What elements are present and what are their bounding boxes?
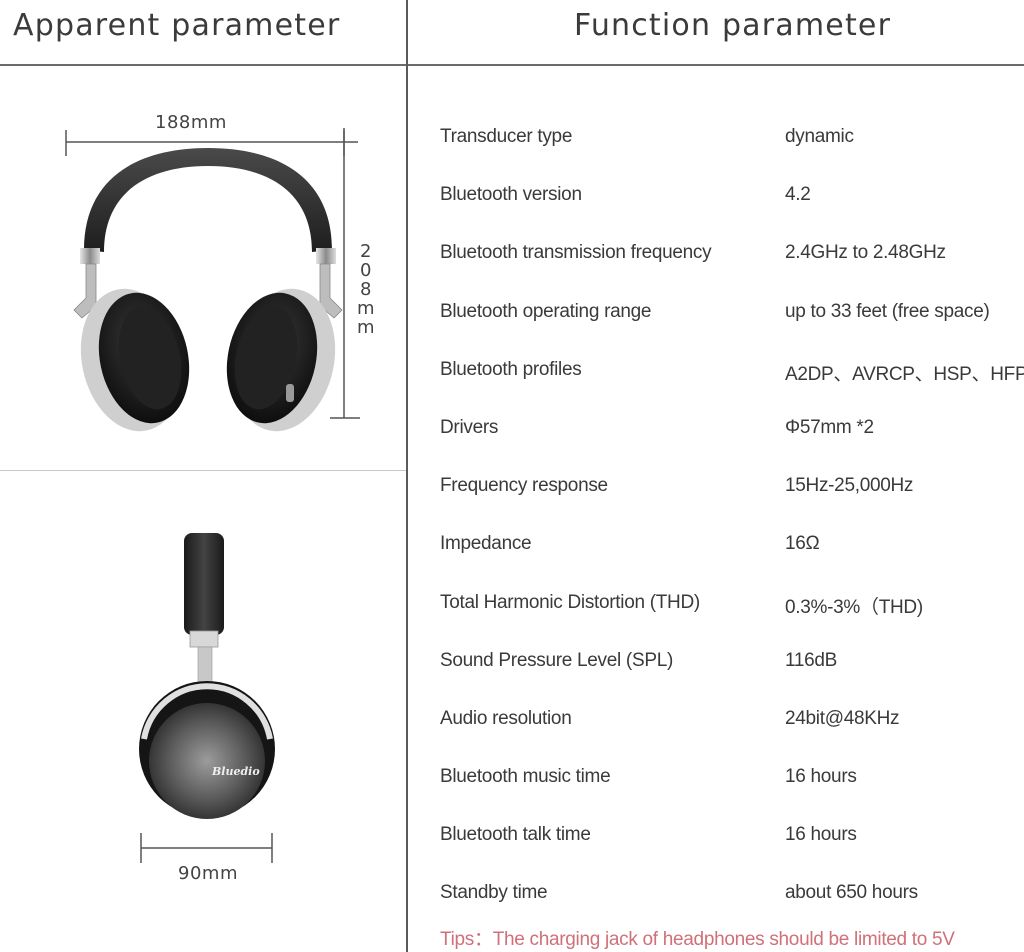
spec-row-spl: Sound Pressure Level (SPL) 116dB bbox=[440, 638, 1024, 696]
headband bbox=[84, 148, 332, 252]
spec-value: Φ57mm *2 bbox=[785, 416, 874, 438]
spec-label: Bluetooth transmission frequency bbox=[440, 242, 712, 264]
side-ear-cup: Bluedio bbox=[139, 681, 275, 819]
spec-value: 2.4GHz to 2.48GHz bbox=[785, 242, 946, 264]
spec-label: Sound Pressure Level (SPL) bbox=[440, 649, 673, 671]
spec-row-transducer-type: Transducer type dynamic bbox=[440, 114, 1024, 172]
side-width-dimension-line bbox=[140, 833, 273, 863]
spec-label: Bluetooth music time bbox=[440, 766, 611, 788]
spec-row-frequency-response: Frequency response 15Hz-25,000Hz bbox=[440, 463, 1024, 521]
spec-value: 16 hours bbox=[785, 824, 857, 846]
side-headband bbox=[184, 533, 224, 635]
spec-label: Drivers bbox=[440, 416, 499, 438]
spec-value: about 650 hours bbox=[785, 882, 918, 904]
spec-label: Bluetooth profiles bbox=[440, 358, 582, 380]
spec-label: Bluetooth version bbox=[440, 184, 582, 206]
height-dimension-label: 208mm bbox=[356, 241, 376, 338]
spec-value: 15Hz-25,000Hz bbox=[785, 475, 914, 497]
spec-value: 16 hours bbox=[785, 766, 857, 788]
function-parameter-title: Function parameter bbox=[574, 8, 892, 43]
spec-row-drivers: Drivers Φ57mm *2 bbox=[440, 405, 1024, 463]
spec-label: Bluetooth talk time bbox=[440, 824, 591, 846]
spec-label: Transducer type bbox=[440, 126, 573, 147]
spec-row-transmission-frequency: Bluetooth transmission frequency 2.4GHz t… bbox=[440, 230, 1024, 288]
spec-value: 0.3%-3%（THD) bbox=[785, 596, 923, 618]
spec-row-impedance: Impedance 16Ω bbox=[440, 521, 1024, 579]
spec-row-operating-range: Bluetooth operating range up to 33 feet (… bbox=[440, 289, 1024, 347]
spec-row-bluetooth-version: Bluetooth version 4.2 bbox=[440, 172, 1024, 230]
brand-logo: Bluedio bbox=[211, 765, 260, 778]
spec-value: 116dB bbox=[785, 649, 838, 671]
side-view-panel: Bluedio 90mm bbox=[0, 471, 406, 952]
right-slider bbox=[316, 248, 336, 264]
spec-list: Transducer type dynamic Bluetooth version… bbox=[440, 114, 1024, 929]
spec-row-standby-time: Standby time about 650 hours bbox=[440, 870, 1024, 928]
apparent-parameter-title: Apparent parameter bbox=[13, 8, 341, 43]
column-divider bbox=[406, 0, 408, 952]
spec-value: 24bit@48KHz bbox=[785, 707, 900, 729]
spec-label: Audio resolution bbox=[440, 707, 572, 729]
side-width-dimension-label: 90mm bbox=[178, 863, 238, 884]
side-yoke bbox=[197, 646, 213, 688]
left-slider bbox=[80, 248, 100, 264]
spec-label: Standby time bbox=[440, 882, 548, 904]
spec-row-thd: Total Harmonic Distortion (THD) 0.3%-3%（T… bbox=[440, 580, 1024, 638]
function-parameter-header: Function parameter bbox=[408, 0, 1024, 66]
spec-value: 16Ω bbox=[785, 533, 820, 555]
spec-value: up to 33 feet (free space) bbox=[785, 300, 990, 322]
spec-label: Impedance bbox=[440, 533, 532, 555]
spec-row-audio-resolution: Audio resolution 24bit@48KHz bbox=[440, 696, 1024, 754]
spec-value: dynamic bbox=[785, 126, 854, 147]
side-slider bbox=[189, 630, 219, 648]
apparent-parameter-header: Apparent parameter bbox=[0, 0, 406, 66]
spec-row-bluetooth-profiles: Bluetooth profiles A2DP、AVRCP、HSP、HFP bbox=[440, 347, 1024, 405]
width-dimension-label: 188mm bbox=[155, 112, 227, 133]
spec-row-talk-time: Bluetooth talk time 16 hours bbox=[440, 812, 1024, 870]
spec-label: Bluetooth operating range bbox=[440, 300, 652, 322]
spec-value: 4.2 bbox=[785, 184, 811, 206]
spec-label: Total Harmonic Distortion (THD) bbox=[440, 591, 700, 613]
charging-tip-note: Tips：The charging jack of headphones sho… bbox=[440, 929, 955, 950]
spec-value: A2DP、AVRCP、HSP、HFP bbox=[785, 363, 1024, 385]
spec-label: Frequency response bbox=[440, 475, 608, 497]
front-view-panel: 188mm 208mm bbox=[0, 66, 406, 470]
spec-row-music-time: Bluetooth music time 16 hours bbox=[440, 754, 1024, 812]
